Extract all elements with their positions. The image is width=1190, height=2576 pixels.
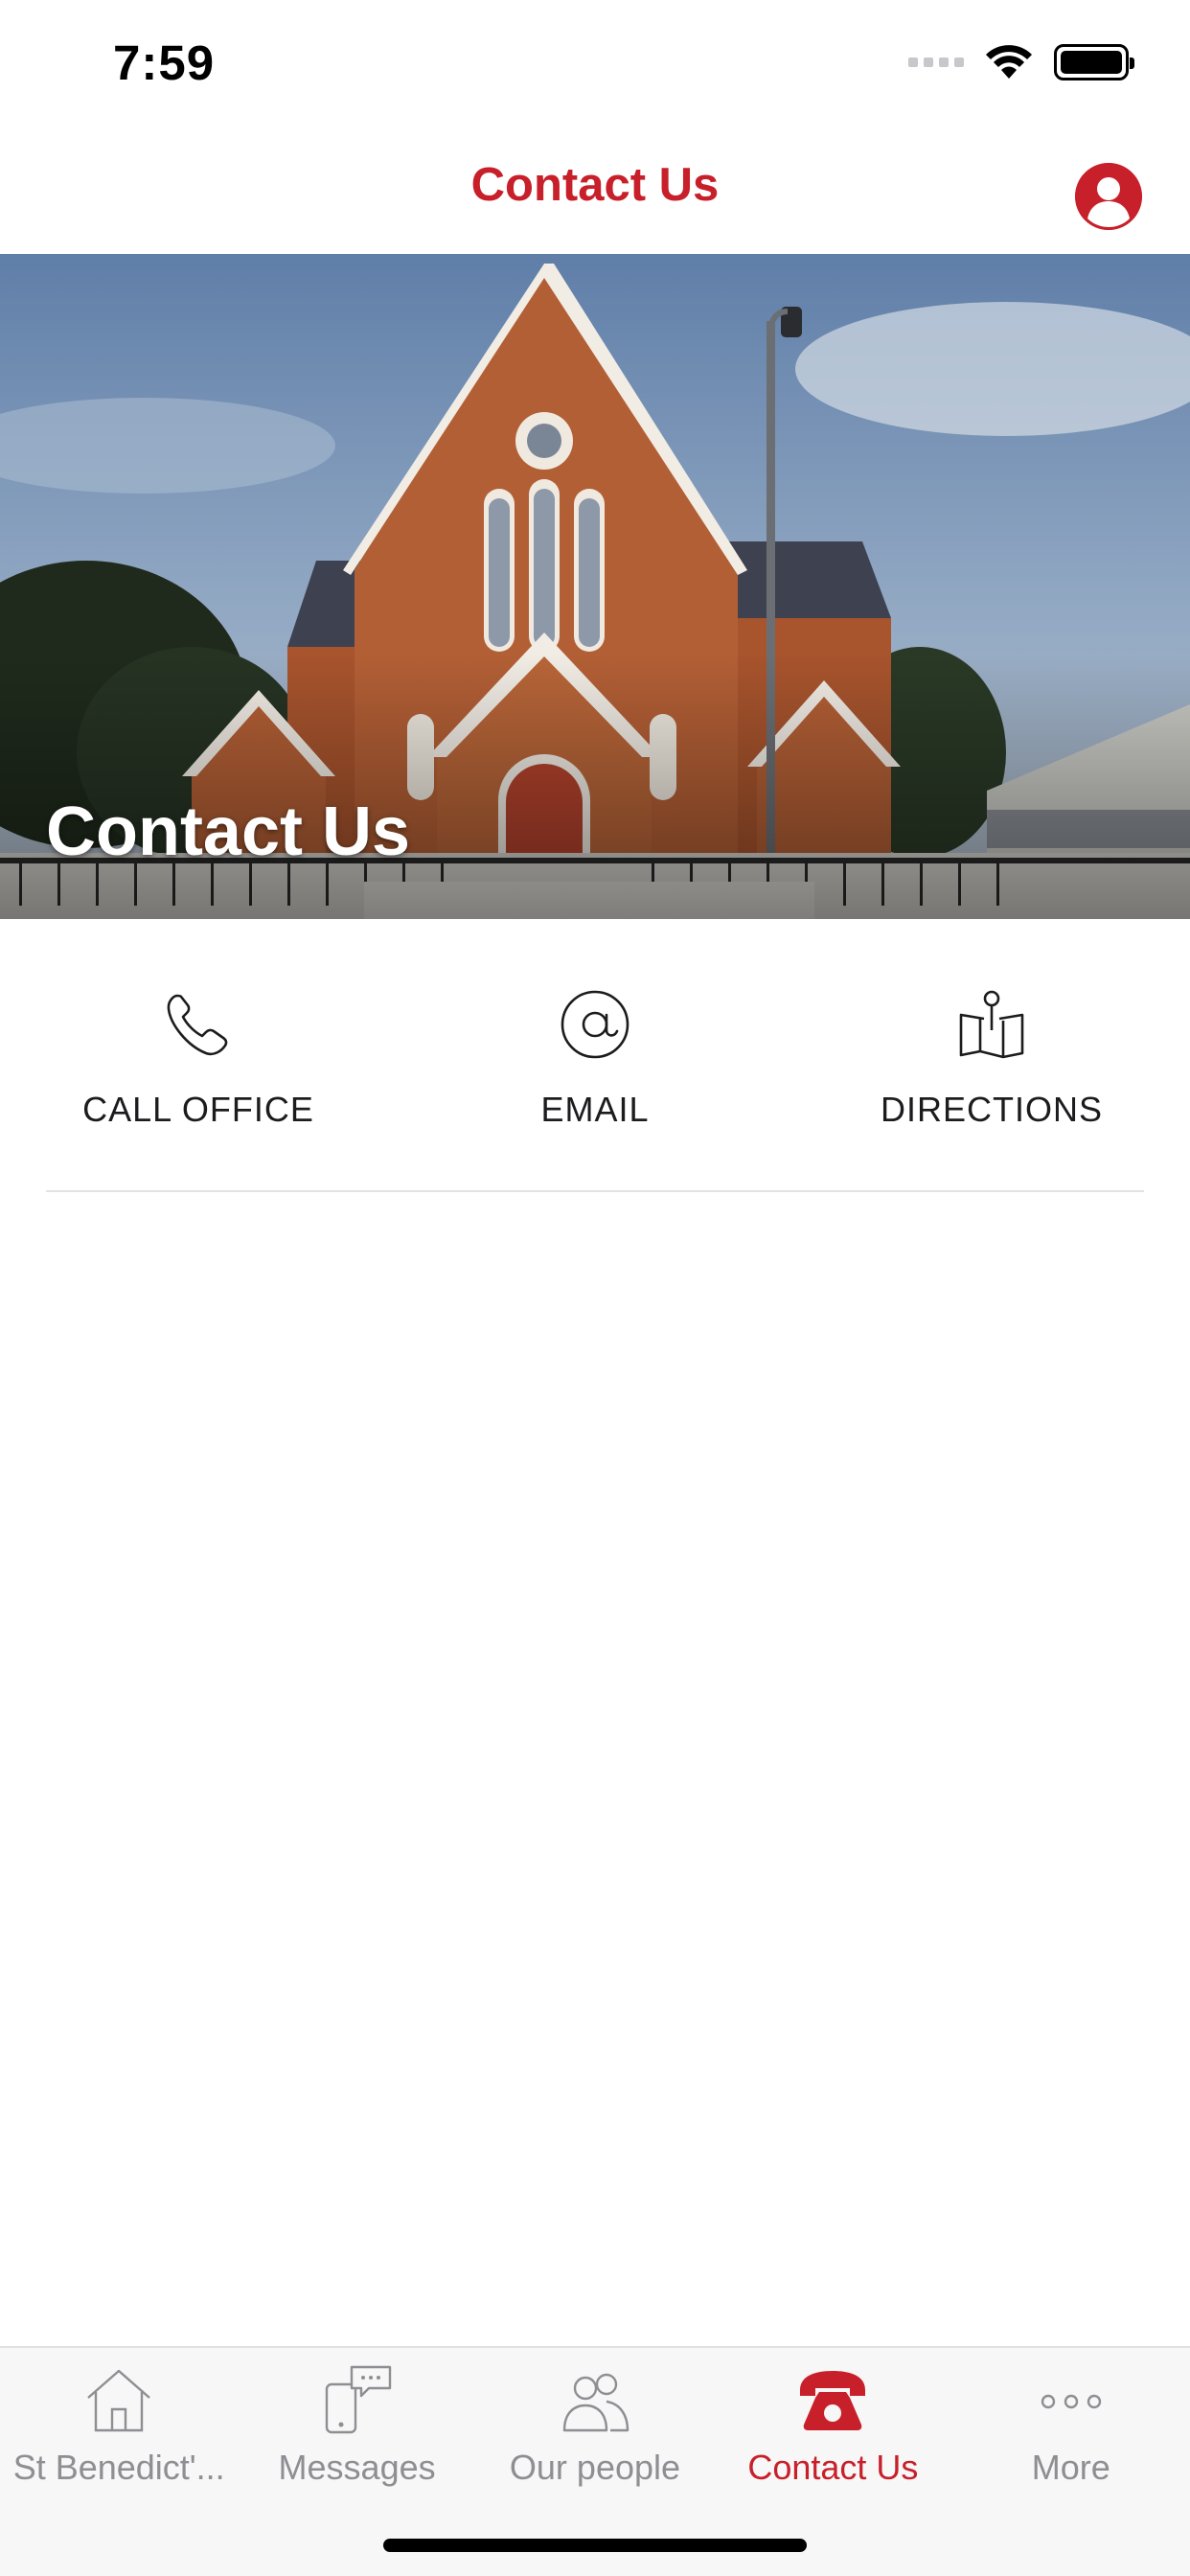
nav-title: Contact Us <box>470 159 720 211</box>
cellular-signal-icon <box>908 58 964 67</box>
directions-button[interactable]: DIRECTIONS <box>793 919 1190 1192</box>
profile-button[interactable] <box>1075 163 1142 230</box>
tab-contact-us-label: Contact Us <box>747 2448 919 2487</box>
tab-our-people-label: Our people <box>509 2448 681 2487</box>
home-icon <box>87 2369 150 2432</box>
status-bar: 7:59 <box>0 0 1190 129</box>
contact-actions: CALL OFFICE EMAIL DIRECTIONS <box>0 919 1190 1192</box>
map-icon <box>959 990 1024 1059</box>
status-icons <box>908 44 1134 80</box>
email-button[interactable]: EMAIL <box>397 919 793 1192</box>
messages-icon <box>325 2365 391 2434</box>
tab-messages-label: Messages <box>278 2448 436 2487</box>
tab-more[interactable]: More <box>952 2348 1190 2576</box>
directions-label: DIRECTIONS <box>880 1090 1103 1129</box>
at-icon <box>561 990 629 1059</box>
phone-icon <box>167 994 228 1056</box>
tab-more-label: More <box>1031 2448 1110 2487</box>
section-divider <box>46 1190 1144 1192</box>
user-avatar-icon <box>1075 163 1142 230</box>
call-office-button[interactable]: CALL OFFICE <box>0 919 397 1192</box>
wifi-icon <box>986 45 1032 79</box>
status-time: 7:59 <box>113 35 216 90</box>
home-indicator[interactable] <box>383 2539 807 2552</box>
email-label: EMAIL <box>540 1090 650 1129</box>
tab-home-label: St Benedict'... <box>12 2448 225 2487</box>
battery-icon <box>1054 44 1134 80</box>
hero-banner: Contact Us <box>0 254 1190 919</box>
telephone-icon <box>800 2371 866 2430</box>
hero-title: Contact Us <box>46 794 411 870</box>
people-icon <box>562 2373 629 2432</box>
tab-home[interactable]: St Benedict'... <box>0 2348 238 2576</box>
more-icon <box>1041 2394 1101 2409</box>
nav-bar: Contact Us <box>0 129 1190 254</box>
call-office-label: CALL OFFICE <box>82 1090 314 1129</box>
